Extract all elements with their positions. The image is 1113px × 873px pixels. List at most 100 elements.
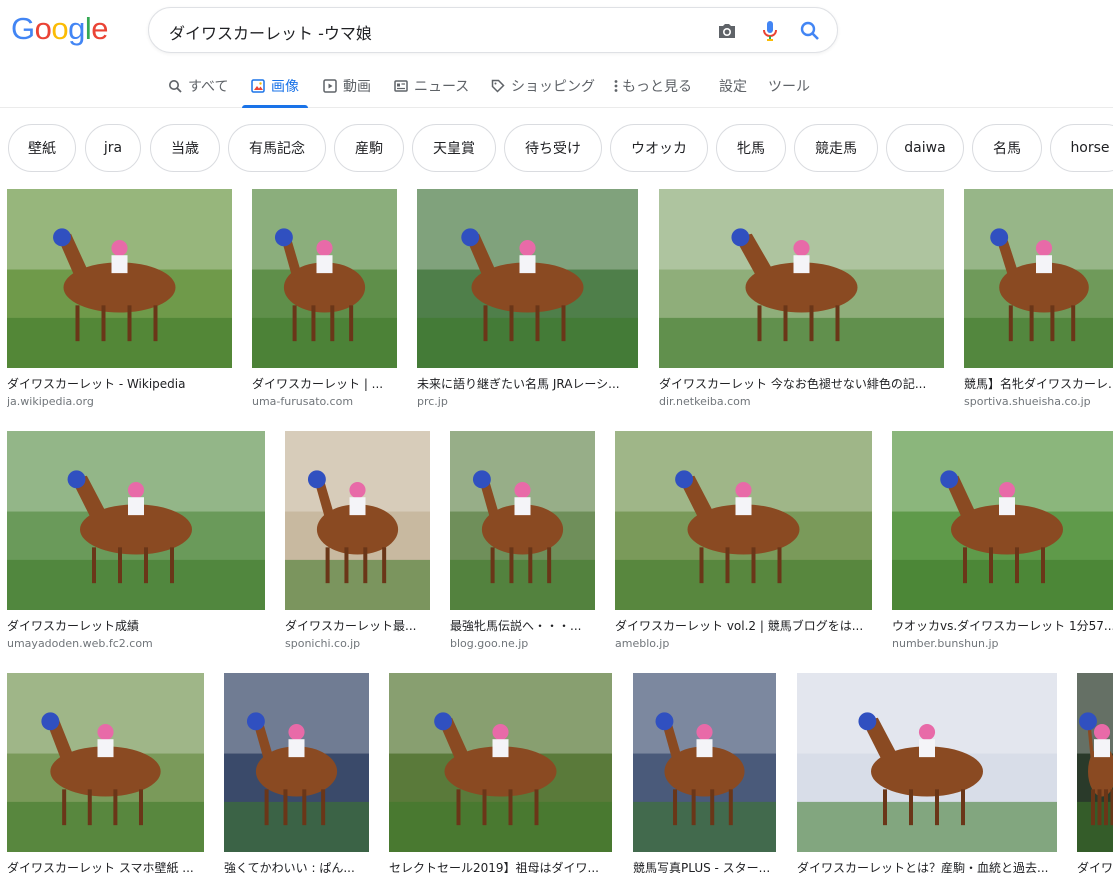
result-thumbnail[interactable] bbox=[224, 673, 369, 852]
chip[interactable]: ウオッカ bbox=[610, 124, 708, 172]
chip[interactable]: 天皇賞 bbox=[412, 124, 496, 172]
image-result[interactable]: 未来に語り継ぎたい名馬 JRAレーシ... prc.jp bbox=[417, 189, 638, 409]
logo-letter: o bbox=[51, 11, 69, 46]
camera-icon[interactable] bbox=[715, 19, 739, 43]
result-source[interactable]: sportiva.shueisha.co.jp bbox=[964, 395, 1113, 409]
result-title[interactable]: ウオッカvs.ダイワスカーレット 1分57... bbox=[892, 618, 1113, 634]
search-box[interactable]: ダイワスカーレット -ウマ娘 bbox=[148, 7, 838, 53]
result-thumbnail[interactable] bbox=[1077, 673, 1113, 852]
google-logo[interactable]: Google bbox=[11, 11, 109, 46]
chip[interactable]: daiwa bbox=[886, 124, 964, 172]
result-title[interactable]: セレクトセール2019】祖母はダイワ... bbox=[389, 860, 612, 873]
tab-all[interactable]: すべて bbox=[168, 76, 228, 96]
microphone-icon[interactable] bbox=[758, 19, 782, 43]
result-title[interactable]: 最強牝馬伝説へ・・・... bbox=[450, 618, 595, 634]
chip[interactable]: 当歳 bbox=[150, 124, 220, 172]
image-result[interactable]: ダイワスカーレット最... sponichi.co.jp bbox=[285, 431, 430, 651]
image-result[interactable]: ダイワスカーレット成績 umayadoden.web.fc2.com bbox=[7, 431, 265, 651]
image-result[interactable]: ダイワスカーレット - Wikipedia ja.wikipedia.org bbox=[7, 189, 232, 409]
tab-tools[interactable]: ツール bbox=[768, 76, 810, 96]
tab-images[interactable]: 画像 bbox=[251, 76, 299, 96]
horse-photo bbox=[633, 673, 776, 852]
result-thumbnail[interactable] bbox=[450, 431, 595, 610]
result-source[interactable]: number.bunshun.jp bbox=[892, 637, 1113, 651]
image-result[interactable]: 強くてかわいい : ぱん... bbox=[224, 673, 369, 873]
search-icon[interactable] bbox=[798, 19, 822, 43]
tab-settings[interactable]: 設定 bbox=[719, 76, 747, 96]
result-thumbnail[interactable] bbox=[659, 189, 944, 368]
result-thumbnail[interactable] bbox=[615, 431, 872, 610]
result-title[interactable]: 強くてかわいい : ぱん... bbox=[224, 860, 369, 873]
result-thumbnail[interactable] bbox=[964, 189, 1113, 368]
image-result[interactable]: 競馬写真PLUS - スター... bbox=[633, 673, 776, 873]
result-title[interactable]: 未来に語り継ぎたい名馬 JRAレーシ... bbox=[417, 376, 638, 392]
result-source[interactable]: prc.jp bbox=[417, 395, 638, 409]
result-title[interactable]: ダイワスカーレット成績 bbox=[7, 618, 265, 634]
image-result[interactable]: ウオッカvs.ダイワスカーレット 1分57... number.bunshun.j… bbox=[892, 431, 1113, 651]
result-title[interactable]: ダイワスカーレット vol.2 | 競馬ブログをは... bbox=[615, 618, 872, 634]
image-result[interactable]: ダイワ... bbox=[1077, 673, 1113, 873]
result-thumbnail[interactable] bbox=[7, 431, 265, 610]
chip[interactable]: 名馬 bbox=[972, 124, 1042, 172]
result-source[interactable]: ameblo.jp bbox=[615, 637, 872, 651]
logo-letter: g bbox=[68, 11, 85, 46]
tab-shopping[interactable]: ショッピング bbox=[491, 76, 595, 96]
image-result[interactable]: 競馬】名牝ダイワスカーレ... sportiva.shueisha.co.jp bbox=[964, 189, 1113, 409]
chip[interactable]: 壁紙 bbox=[8, 124, 76, 172]
horse-photo bbox=[252, 189, 397, 368]
result-title[interactable]: ダイワスカーレット - Wikipedia bbox=[7, 376, 232, 392]
result-title[interactable]: ダイワスカーレット 今なお色褪せない緋色の記... bbox=[659, 376, 944, 392]
result-source[interactable]: uma-furusato.com bbox=[252, 395, 397, 409]
image-result[interactable]: ダイワスカーレット | ... uma-furusato.com bbox=[252, 189, 397, 409]
horse-photo bbox=[892, 431, 1113, 610]
result-source[interactable]: ja.wikipedia.org bbox=[7, 395, 232, 409]
result-thumbnail[interactable] bbox=[7, 673, 204, 852]
result-thumbnail[interactable] bbox=[417, 189, 638, 368]
result-thumbnail[interactable] bbox=[285, 431, 430, 610]
image-result[interactable]: ダイワスカーレット vol.2 | 競馬ブログをは... ameblo.jp bbox=[615, 431, 872, 651]
horse-photo bbox=[964, 189, 1113, 368]
chip[interactable]: 産駒 bbox=[334, 124, 404, 172]
result-source[interactable]: blog.goo.ne.jp bbox=[450, 637, 595, 651]
image-result[interactable]: 最強牝馬伝説へ・・・... blog.goo.ne.jp bbox=[450, 431, 595, 651]
image-result[interactable]: ダイワスカーレット 今なお色褪せない緋色の記... dir.netkeiba.co… bbox=[659, 189, 944, 409]
image-result[interactable]: ダイワスカーレットとは？産駒・血統と過去... bbox=[797, 673, 1057, 873]
result-source[interactable]: umayadoden.web.fc2.com bbox=[7, 637, 265, 651]
result-title[interactable]: ダイワスカーレットとは？産駒・血統と過去... bbox=[797, 860, 1057, 873]
result-title[interactable]: ダイワスカーレット最... bbox=[285, 618, 430, 634]
tab-label: 画像 bbox=[271, 79, 299, 95]
chip[interactable]: 有馬記念 bbox=[228, 124, 326, 172]
tag-icon bbox=[491, 79, 505, 93]
logo-letter: o bbox=[34, 11, 52, 46]
result-title[interactable]: 競馬写真PLUS - スター... bbox=[633, 860, 776, 873]
search-tabs: すべて 画像 動画 ニュース ショッピング もっと見る 設定 ツール bbox=[0, 66, 1113, 108]
chip[interactable]: 牝馬 bbox=[716, 124, 786, 172]
tab-label: もっと見る bbox=[622, 79, 692, 95]
result-title[interactable]: ダイワスカーレット スマホ壁紙 ... bbox=[7, 860, 204, 873]
tab-label: 動画 bbox=[343, 79, 371, 95]
result-title[interactable]: 競馬】名牝ダイワスカーレ... bbox=[964, 376, 1113, 392]
chip[interactable]: 競走馬 bbox=[794, 124, 878, 172]
result-thumbnail[interactable] bbox=[389, 673, 612, 852]
result-thumbnail[interactable] bbox=[7, 189, 232, 368]
image-result[interactable]: ダイワスカーレット スマホ壁紙 ... bbox=[7, 673, 204, 873]
tab-more[interactable]: もっと見る bbox=[613, 76, 692, 96]
result-thumbnail[interactable] bbox=[892, 431, 1113, 610]
tab-videos[interactable]: 動画 bbox=[323, 76, 371, 96]
result-thumbnail[interactable] bbox=[252, 189, 397, 368]
chip[interactable]: horse bbox=[1050, 124, 1113, 172]
horse-photo bbox=[659, 189, 944, 368]
result-title[interactable]: ダイワ... bbox=[1077, 860, 1113, 873]
result-source[interactable]: sponichi.co.jp bbox=[285, 637, 430, 651]
image-result[interactable]: セレクトセール2019】祖母はダイワ... bbox=[389, 673, 612, 873]
result-source[interactable]: dir.netkeiba.com bbox=[659, 395, 944, 409]
search-input[interactable]: ダイワスカーレット -ウマ娘 bbox=[169, 20, 372, 44]
tab-news[interactable]: ニュース bbox=[394, 76, 469, 96]
result-title[interactable]: ダイワスカーレット | ... bbox=[252, 376, 397, 392]
chip[interactable]: 待ち受け bbox=[504, 124, 602, 172]
horse-photo bbox=[615, 431, 872, 610]
result-thumbnail[interactable] bbox=[797, 673, 1057, 852]
result-thumbnail[interactable] bbox=[633, 673, 776, 852]
chip[interactable]: jra bbox=[85, 124, 141, 172]
related-chips: 壁紙 jra 当歳 有馬記念 産駒 天皇賞 待ち受け ウオッカ 牝馬 競走馬 d… bbox=[8, 124, 1113, 172]
